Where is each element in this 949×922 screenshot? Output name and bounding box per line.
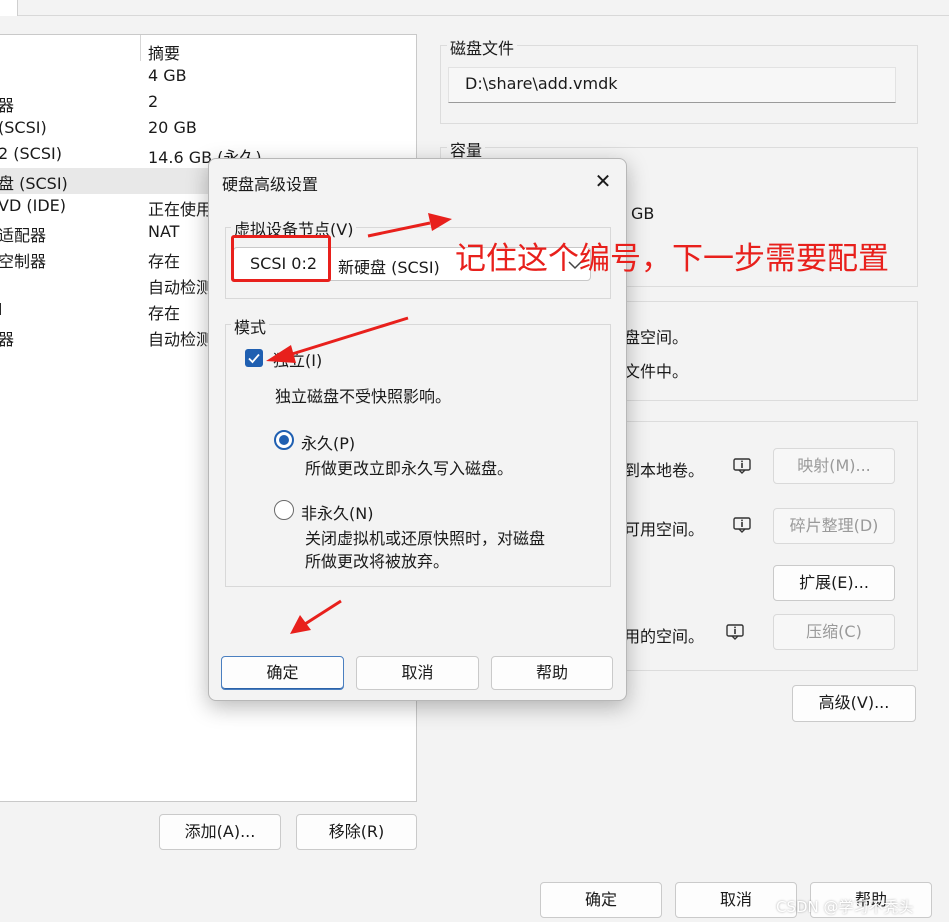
arrow-to-independent-checkbox <box>266 316 409 363</box>
watermark: CSDN @学习不秃头 <box>776 898 914 916</box>
arrow-to-ok-button <box>290 599 342 634</box>
arrow-to-node-label <box>367 213 452 238</box>
annotation-arrows <box>266 213 452 634</box>
